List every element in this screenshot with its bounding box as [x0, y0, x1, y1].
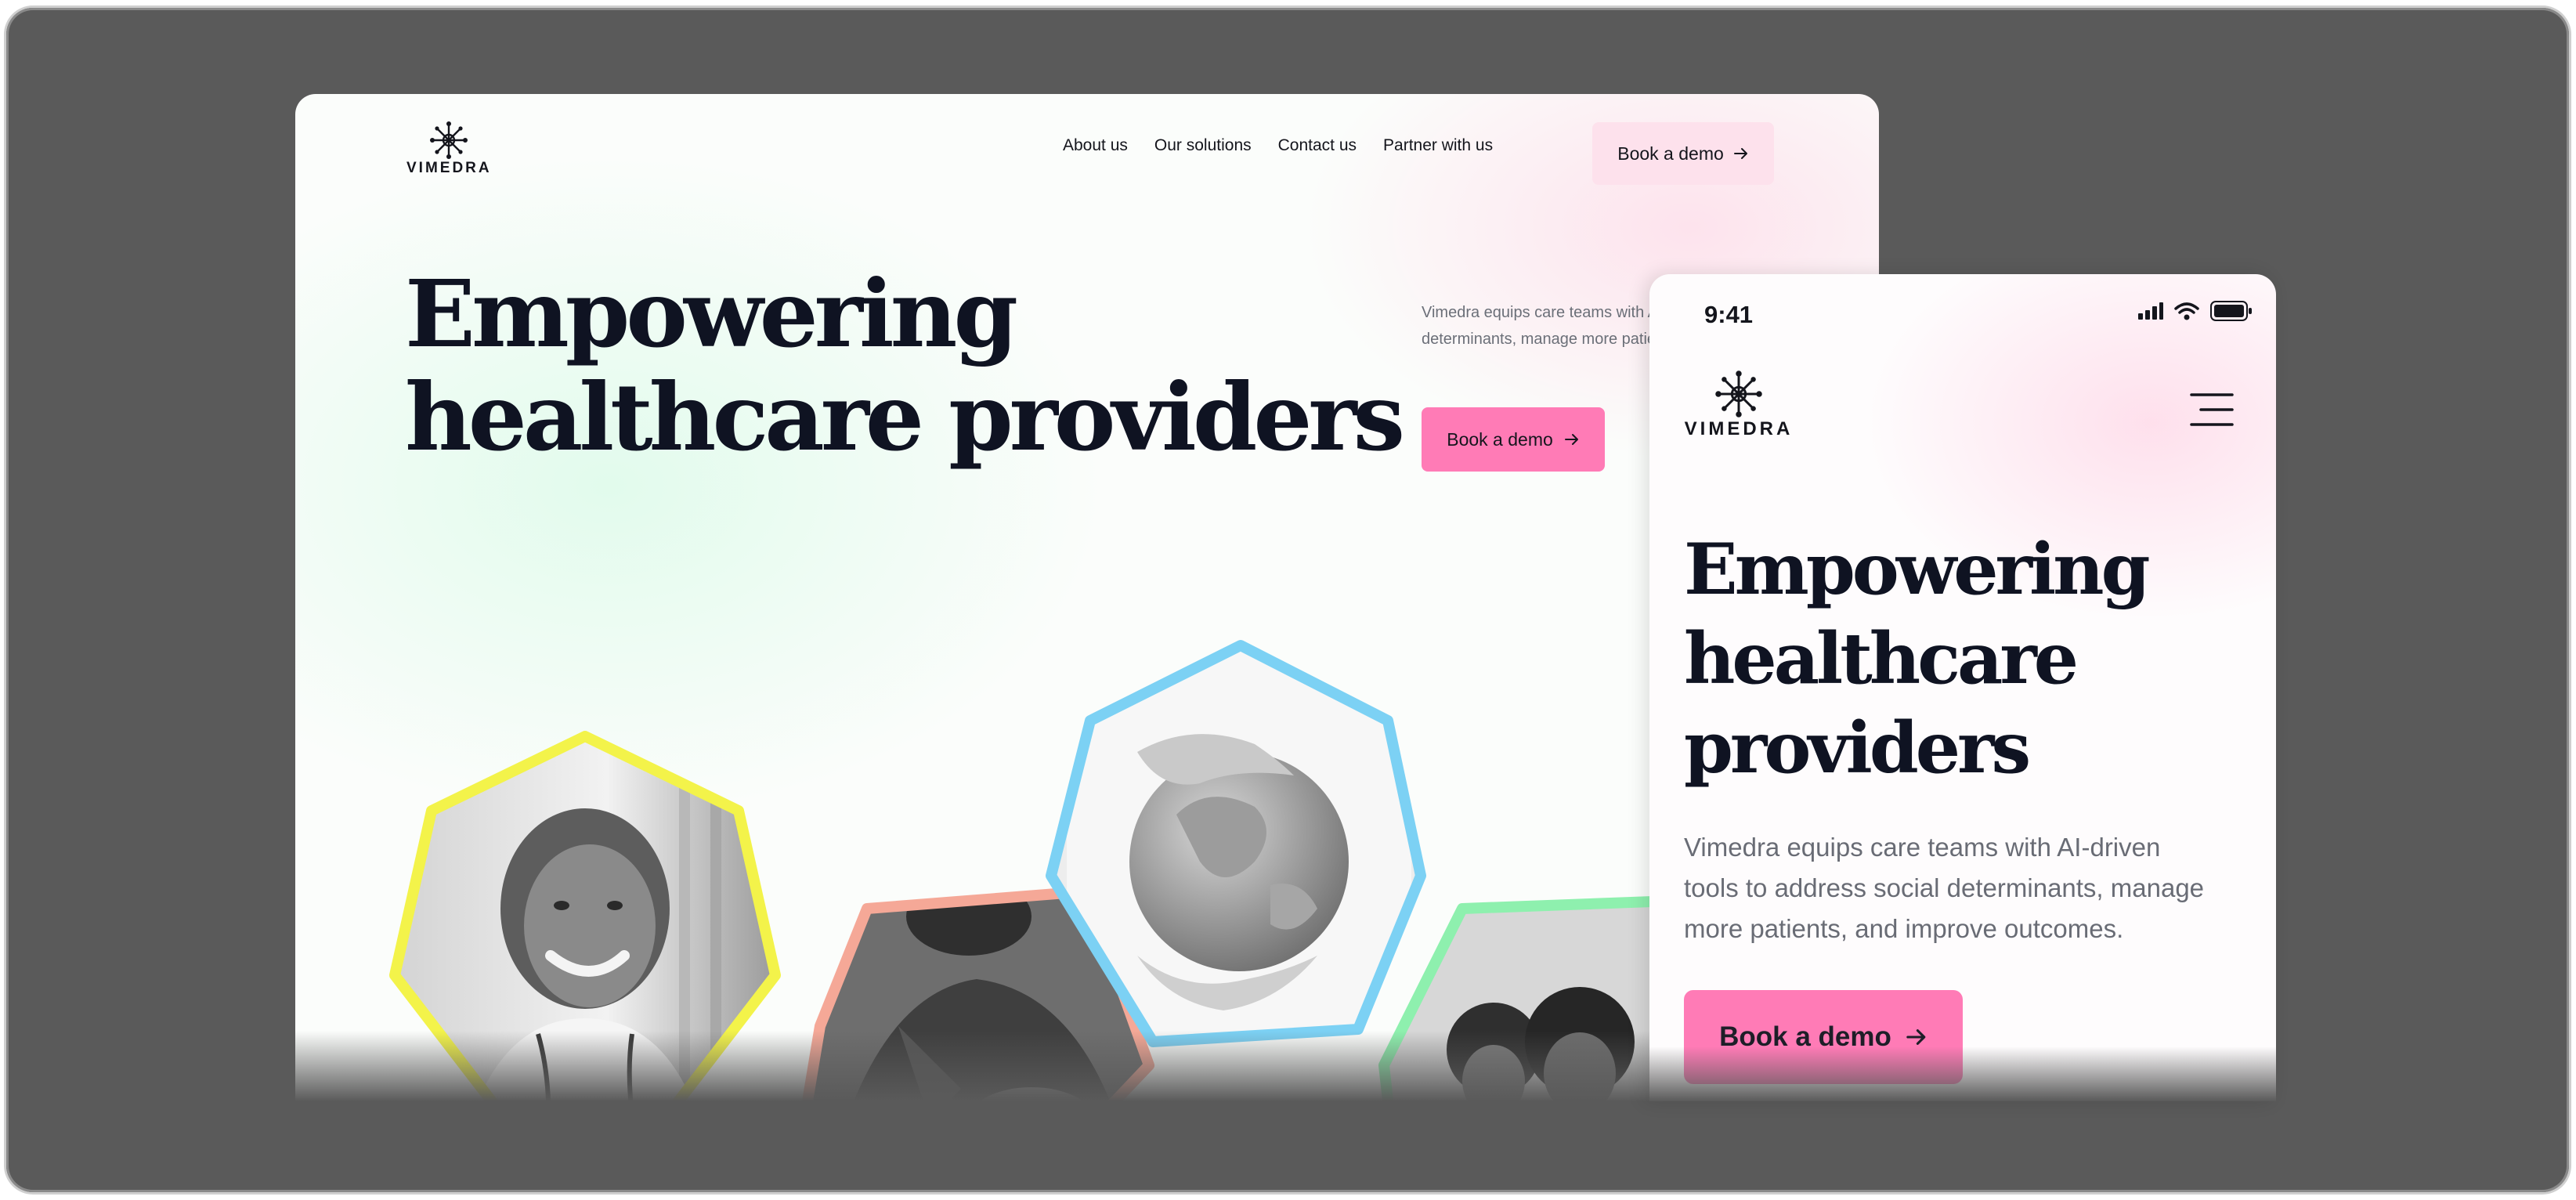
wifi-icon — [2174, 302, 2199, 320]
snowflake-cross-logo-icon — [1715, 370, 1762, 417]
signal-icon — [2138, 302, 2163, 320]
mobile-hero-title-line-3: providers — [1684, 707, 2031, 790]
main-nav: About us Our solutions Contact us Partne… — [1063, 136, 1493, 155]
mobile-hero-title-line-2: healthcare — [1684, 617, 2079, 700]
arrow-right-icon — [1906, 1029, 1926, 1045]
hero-book-demo-button[interactable]: Book a demo — [1422, 407, 1605, 472]
mobile-mockup: 9:41 VIMEDRA Empowering healthcare provi… — [1649, 274, 2276, 1101]
presentation-frame: VIMEDRA About us Our solutions Contact u… — [6, 8, 2569, 1192]
brand-wordmark: VIMEDRA — [406, 160, 492, 176]
hero-title: Empowering healthcare providers — [405, 259, 1405, 472]
header-book-demo-label: Book a demo — [1617, 143, 1724, 164]
arrow-right-icon — [1564, 434, 1578, 445]
desktop-bottom-fade — [295, 1031, 1879, 1101]
mobile-brand-wordmark: VIMEDRA — [1684, 418, 1794, 439]
mobile-hero-title-line-1: Empowering — [1684, 528, 2150, 611]
status-bar-icons — [2138, 301, 2253, 321]
mobile-hero-title: Empowering healthcare providers — [1684, 525, 2150, 793]
hero-book-demo-label: Book a demo — [1447, 428, 1553, 450]
hamburger-menu-button[interactable] — [2190, 392, 2234, 428]
header-book-demo-button[interactable]: Book a demo — [1592, 122, 1774, 185]
mobile-bottom-fade — [1649, 1046, 2276, 1101]
hamburger-menu-icon — [2190, 393, 2234, 426]
nav-contact-us[interactable]: Contact us — [1278, 136, 1357, 155]
arrow-right-icon — [1733, 148, 1747, 159]
snowflake-cross-logo-icon — [430, 121, 468, 159]
hero-title-line-1: Empowering — [405, 259, 1018, 368]
status-time: 9:41 — [1704, 301, 1754, 328]
nav-partner-with-us[interactable]: Partner with us — [1383, 136, 1493, 155]
nav-about-us[interactable]: About us — [1063, 136, 1128, 155]
brand-logo[interactable]: VIMEDRA — [406, 121, 492, 176]
nav-our-solutions[interactable]: Our solutions — [1154, 136, 1252, 155]
mobile-hero-description: Vimedra equips care teams with AI-driven… — [1684, 833, 2205, 943]
desktop-mockup: VIMEDRA About us Our solutions Contact u… — [295, 94, 1879, 1101]
hero-title-line-2: healthcare providers — [405, 363, 1405, 472]
battery-icon — [2210, 301, 2252, 321]
mobile-brand-logo[interactable]: VIMEDRA — [1684, 370, 1794, 440]
